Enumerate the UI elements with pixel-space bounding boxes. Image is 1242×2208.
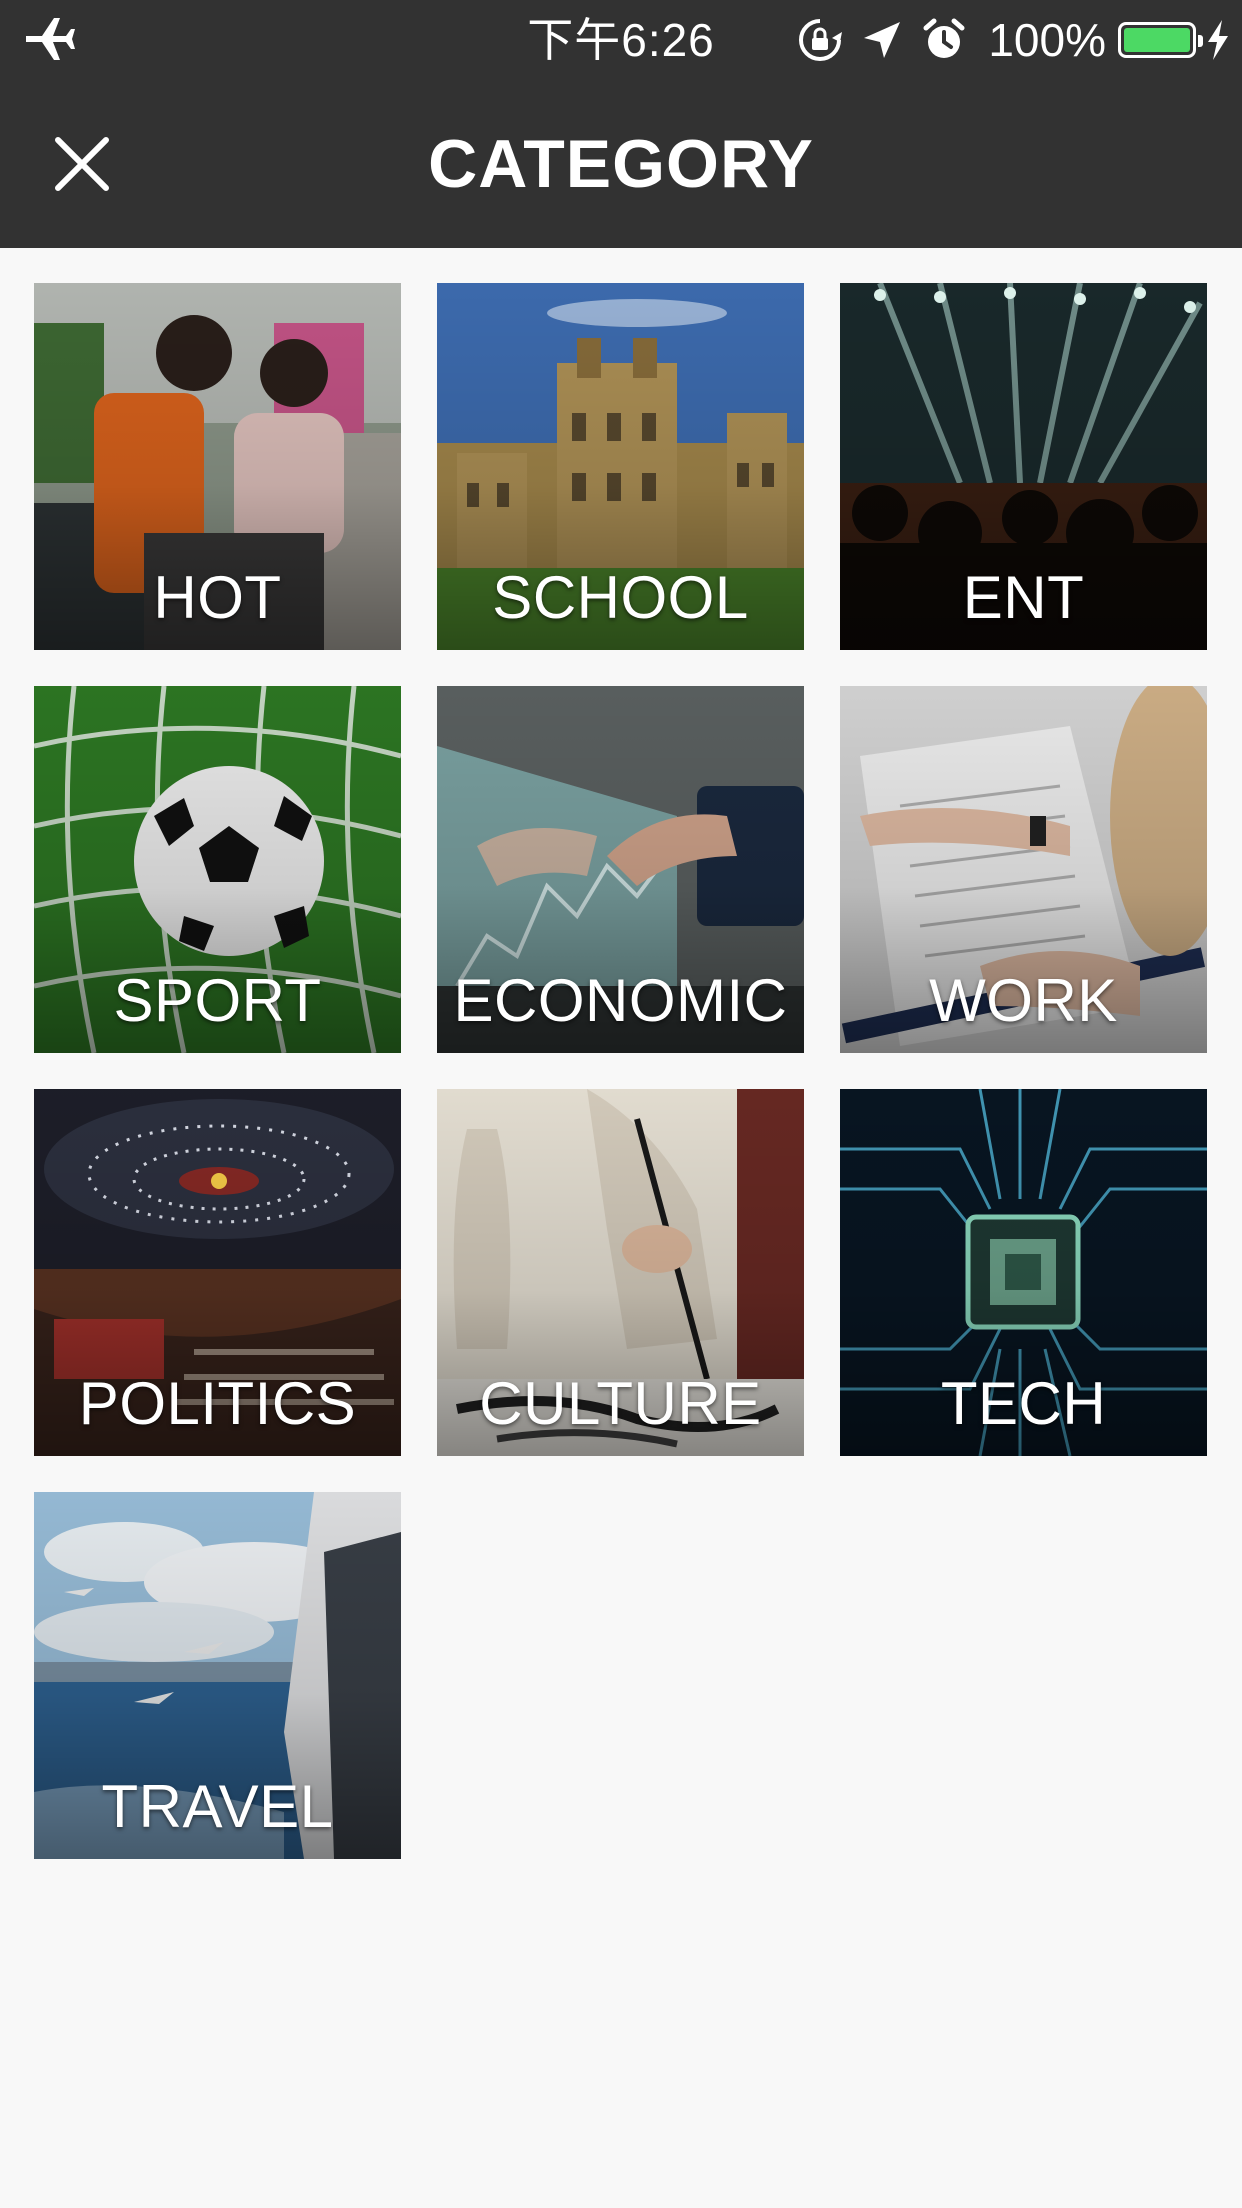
category-tile-culture[interactable]: CULTURE xyxy=(437,1089,804,1456)
page-title: CATEGORY xyxy=(428,126,814,202)
rotation-lock-icon xyxy=(799,19,843,61)
category-label: ENT xyxy=(962,564,1085,631)
category-label: CULTURE xyxy=(479,1370,762,1437)
category-tile-ent[interactable]: ENT xyxy=(840,283,1207,650)
status-right-group: 100% xyxy=(796,10,1232,70)
category-label: HOT xyxy=(153,564,282,631)
category-label: SCHOOL xyxy=(492,564,749,631)
category-tile-politics[interactable]: POLITICS xyxy=(34,1089,401,1456)
category-tile-economic[interactable]: ECONOMIC xyxy=(437,686,804,1053)
category-tile-sport[interactable]: SPORT xyxy=(34,686,401,1053)
battery-icon xyxy=(1118,22,1203,58)
nav-bar: CATEGORY xyxy=(0,80,1242,248)
category-label: POLITICS xyxy=(78,1370,357,1437)
status-bar: 下午6:26 100% xyxy=(0,0,1242,80)
battery-fill xyxy=(1124,28,1190,52)
category-tile-school[interactable]: SCHOOL xyxy=(437,283,804,650)
alarm-icon xyxy=(923,18,965,58)
charging-bolt-icon xyxy=(1208,20,1228,60)
category-label: WORK xyxy=(929,967,1118,1034)
category-label: TECH xyxy=(940,1370,1107,1437)
category-label: SPORT xyxy=(113,967,322,1034)
category-grid: HOT SCHOOL ENT SPORT ECONOMIC WORK POLIT… xyxy=(34,283,1208,1859)
category-tile-travel[interactable]: TRAVEL xyxy=(34,1492,401,1859)
category-tile-hot[interactable]: HOT xyxy=(34,283,401,650)
category-label: TRAVEL xyxy=(101,1773,334,1840)
category-tile-work[interactable]: WORK xyxy=(840,686,1207,1053)
category-tile-tech[interactable]: TECH xyxy=(840,1089,1207,1456)
category-label: ECONOMIC xyxy=(453,967,788,1034)
location-arrow-icon xyxy=(864,22,901,58)
battery-percent: 100% xyxy=(988,14,1106,66)
